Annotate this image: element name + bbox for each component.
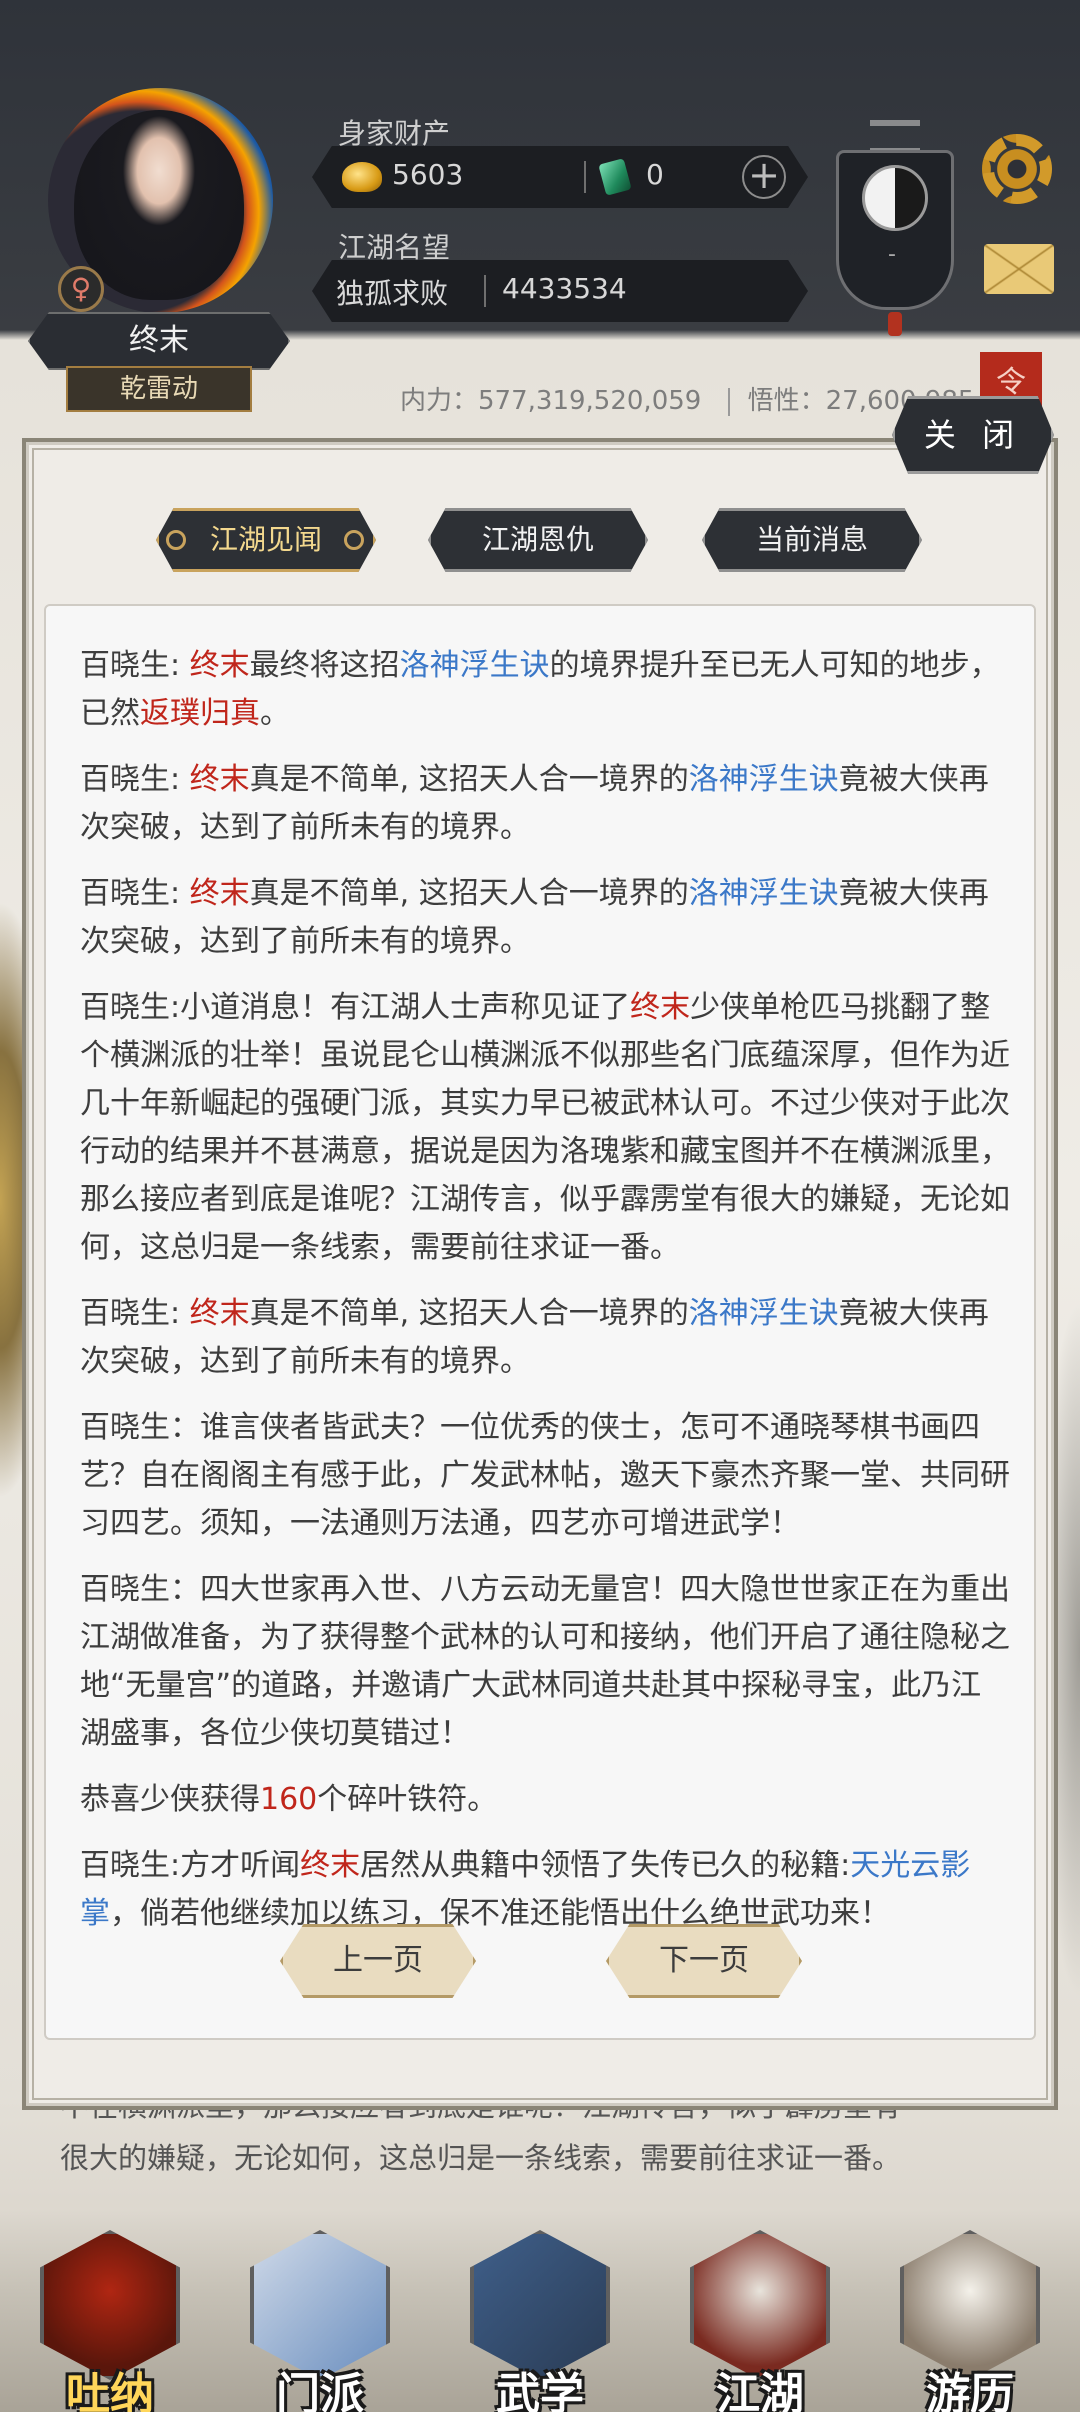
message-text: 百晓生：谁言侠者皆武夫？一位优秀的侠士，怎可不通晓琴棋书画四艺？自在阁阁主有感于… bbox=[80, 1410, 1010, 1541]
divider bbox=[727, 387, 730, 416]
nav-item-jianghu[interactable]: 江湖 bbox=[690, 2230, 830, 2412]
highlight-skill[interactable]: 洛神浮生诀 bbox=[689, 762, 839, 797]
tassel-icon bbox=[888, 312, 902, 336]
highlight-name[interactable]: 返璞归真 bbox=[140, 696, 260, 731]
message-text: 百晓生:小道消息！有江湖人士声称见证了 bbox=[80, 990, 631, 1025]
highlight-name[interactable]: 终末 bbox=[190, 762, 250, 797]
message-text: 百晓生: bbox=[80, 876, 190, 911]
attribute-row: 内力：577,319,520,059 悟性：27,600,985 bbox=[400, 380, 974, 417]
close-button[interactable]: 关 闭 bbox=[892, 396, 1054, 474]
nav-label: 武学 bbox=[496, 2369, 584, 2412]
tab-ornament-icon bbox=[166, 530, 186, 550]
highlight-skill[interactable]: 洛神浮生诀 bbox=[689, 876, 839, 911]
nav-item-tuna[interactable]: 吐纳 bbox=[40, 2230, 180, 2412]
highlight-name[interactable]: 终末 bbox=[190, 876, 250, 911]
add-currency-button[interactable]: + bbox=[742, 155, 786, 199]
gear-icon[interactable] bbox=[982, 134, 1052, 204]
message-text: 居然从典籍中领悟了失传已久的秘籍: bbox=[360, 1848, 851, 1883]
message-text: 真是不简单, 这招天人合一境界的 bbox=[249, 762, 689, 797]
fame-title: 独孤求败 bbox=[336, 277, 449, 310]
nav-item-travel[interactable]: 游历 bbox=[900, 2230, 1040, 2412]
tab-label: 江湖恩仇 bbox=[481, 523, 594, 556]
news-message: 百晓生: 终末最终将这招洛神浮生诀的境界提升至已无人可知的地步，已然返璞归真。 bbox=[80, 642, 1010, 738]
message-text: 百晓生：四大世家再入世、八方云动无量宫！四大隐世世家正在为重出江湖做准备，为了获… bbox=[80, 1572, 1010, 1751]
message-text: 少侠单枪匹马挑翻了整个横渊派的壮举！虽说昆仑山横渊派不似那些名门底蕴深厚，但作为… bbox=[80, 990, 1010, 1265]
message-panel: 百晓生: 终末最终将这招洛神浮生诀的境界提升至已无人可知的地步，已然返璞归真。百… bbox=[44, 604, 1036, 2040]
nav-item-martial-arts[interactable]: 武学 bbox=[470, 2230, 610, 2412]
highlight-name[interactable]: 终末 bbox=[630, 990, 690, 1025]
taiji-sub: - bbox=[888, 242, 896, 267]
message-text: 个碎叶铁符。 bbox=[317, 1782, 498, 1817]
highlight-name[interactable]: 终末 bbox=[300, 1848, 360, 1883]
divider bbox=[484, 275, 486, 307]
news-message: 百晓生:小道消息！有江湖人士声称见证了终末少侠单枪匹马挑翻了整个横渊派的壮举！虽… bbox=[80, 984, 1010, 1272]
insight-label: 悟性： bbox=[747, 386, 826, 416]
tab-current-messages[interactable]: 当前消息 bbox=[702, 508, 922, 572]
nav-label: 吐纳 bbox=[66, 2369, 154, 2412]
nav-label: 江湖 bbox=[716, 2369, 804, 2412]
player-name: 终末 bbox=[28, 312, 290, 370]
message-text: 。 bbox=[260, 696, 290, 731]
highlight-name[interactable]: 160 bbox=[260, 1782, 317, 1817]
highlight-name[interactable]: 终末 bbox=[190, 1296, 250, 1331]
tab-jianghu-feuds[interactable]: 江湖恩仇 bbox=[428, 508, 648, 572]
divider bbox=[584, 161, 586, 193]
message-list: 百晓生: 终末最终将这招洛神浮生诀的境界提升至已无人可知的地步，已然返璞归真。百… bbox=[80, 642, 1010, 1956]
message-text: 百晓生: bbox=[80, 762, 190, 797]
message-text: 真是不简单, 这招天人合一境界的 bbox=[249, 876, 689, 911]
message-text: 恭喜少侠获得 bbox=[80, 1782, 260, 1817]
prev-page-button[interactable]: 上一页 bbox=[280, 1924, 476, 1998]
player-sect: 乾雷动 bbox=[66, 366, 252, 412]
nav-label: 门派 bbox=[276, 2369, 364, 2412]
message-text: 最终将这招 bbox=[249, 648, 400, 683]
mail-icon[interactable] bbox=[984, 244, 1054, 294]
background-line: 很大的嫌疑，无论如何，这总归是一条线索，需要前往求证一番。 bbox=[60, 2141, 902, 2175]
nav-item-sect[interactable]: 门派 bbox=[250, 2230, 390, 2412]
news-message: 百晓生: 终末真是不简单, 这招天人合一境界的洛神浮生诀竟被大侠再次突破，达到了… bbox=[80, 756, 1010, 852]
inner-power-label: 内力： bbox=[400, 386, 479, 416]
gold-amount: 5603 bbox=[392, 158, 464, 191]
tab-label: 当前消息 bbox=[755, 523, 868, 556]
tab-label: 江湖见闻 bbox=[209, 523, 322, 556]
jade-amount: 0 bbox=[646, 158, 664, 191]
message-text: 百晓生: bbox=[80, 1296, 190, 1331]
message-text: 真是不简单, 这招天人合一境界的 bbox=[249, 1296, 689, 1331]
next-page-button[interactable]: 下一页 bbox=[606, 1924, 802, 1998]
inner-power-value: 577,319,520,059 bbox=[478, 386, 702, 416]
fame-value: 4433534 bbox=[502, 272, 627, 305]
news-message: 恭喜少侠获得160个碎叶铁符。 bbox=[80, 1776, 1010, 1824]
tab-ornament-icon bbox=[344, 530, 364, 550]
gold-ingot-icon bbox=[342, 162, 382, 192]
news-message: 百晓生: 终末真是不简单, 这招天人合一境界的洛神浮生诀竟被大侠再次突破，达到了… bbox=[80, 1290, 1010, 1386]
nav-label: 游历 bbox=[926, 2369, 1014, 2412]
fame-bar: 独孤求败 4433534 bbox=[312, 260, 808, 322]
highlight-name[interactable]: 终末 bbox=[190, 648, 250, 683]
news-message: 百晓生:方才听闻终末居然从典籍中领悟了失传已久的秘籍:天光云影掌，倘若他继续加以… bbox=[80, 1842, 1010, 1938]
taiji-icon[interactable] bbox=[862, 165, 928, 231]
news-message: 百晓生：四大世家再入世、八方云动无量宫！四大隐世世家正在为重出江湖做准备，为了获… bbox=[80, 1566, 1010, 1758]
wealth-bar: 5603 0 + bbox=[312, 146, 808, 208]
news-message: 百晓生：谁言侠者皆武夫？一位优秀的侠士，怎可不通晓琴棋书画四艺？自在阁阁主有感于… bbox=[80, 1404, 1010, 1548]
message-text: 百晓生:方才听闻 bbox=[80, 1848, 301, 1883]
gender-female-icon: ♀ bbox=[58, 266, 104, 312]
jade-icon bbox=[598, 158, 632, 196]
highlight-skill[interactable]: 洛神浮生诀 bbox=[689, 1296, 839, 1331]
news-message: 百晓生: 终末真是不简单, 这招天人合一境界的洛神浮生诀竟被大侠再次突破，达到了… bbox=[80, 870, 1010, 966]
message-text: 百晓生: bbox=[80, 648, 190, 683]
banner-top bbox=[870, 120, 920, 154]
avatar[interactable] bbox=[74, 110, 244, 300]
highlight-skill[interactable]: 洛神浮生诀 bbox=[400, 648, 550, 683]
tab-jianghu-news[interactable]: 江湖见闻 bbox=[156, 508, 376, 572]
player-header: ♀ 终末 乾雷动 身家财产 5603 0 + 江湖名望 独孤求败 4433534… bbox=[0, 0, 1080, 416]
